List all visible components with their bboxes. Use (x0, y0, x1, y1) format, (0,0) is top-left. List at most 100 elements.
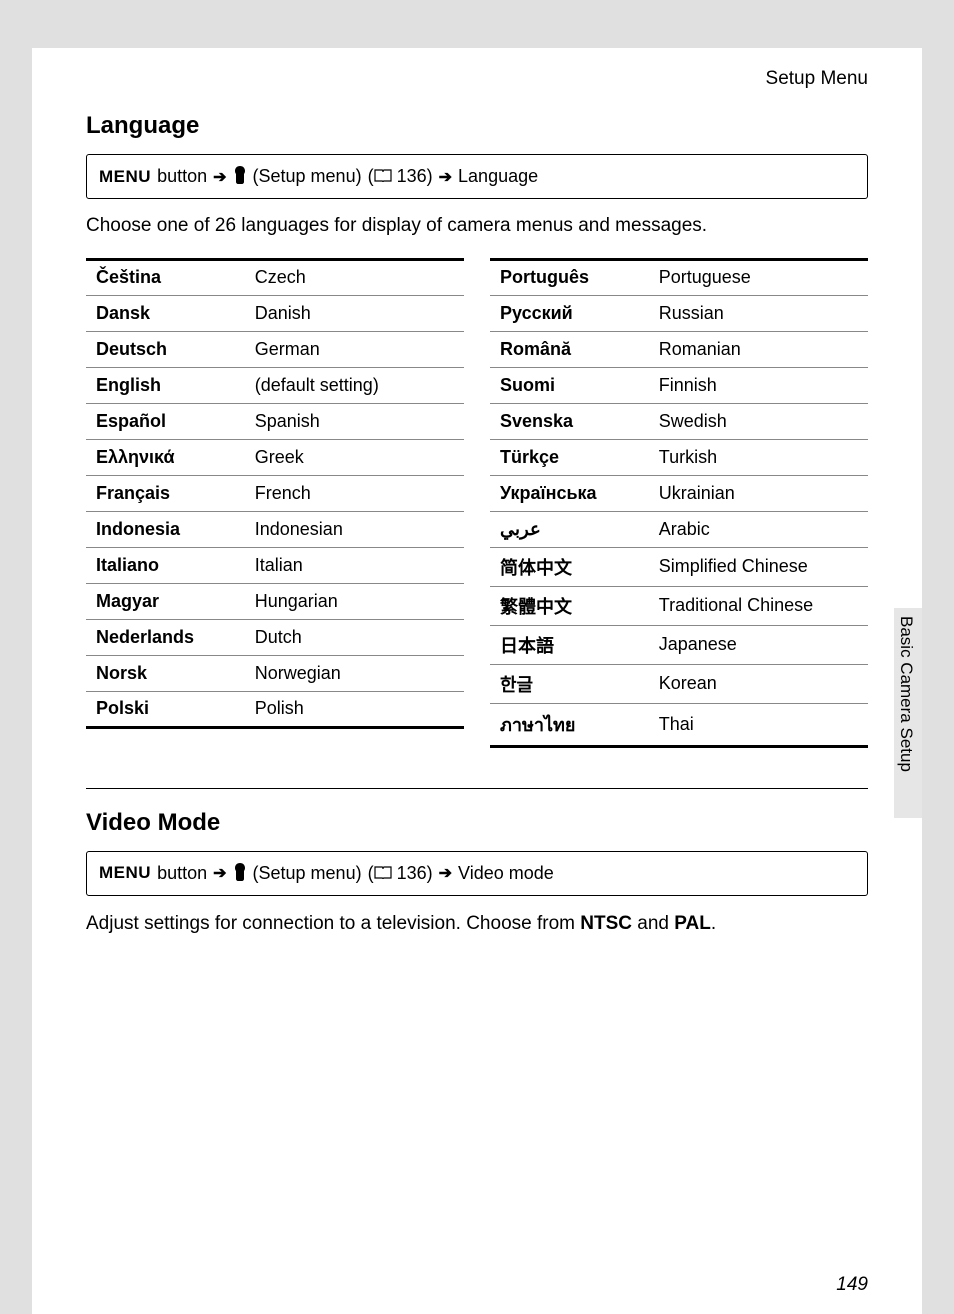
section-divider (86, 788, 868, 789)
table-row: RomânăRomanian (490, 331, 868, 367)
language-breadcrumb: MENU button ➔ (Setup menu) ( 136) ➔ Lang… (86, 154, 868, 199)
table-row: УкраїнськаUkrainian (490, 475, 868, 511)
page-ref-number: 136) (397, 863, 433, 883)
arrow-right-icon: ➔ (213, 167, 226, 187)
language-native: English (86, 367, 245, 403)
language-native: Українська (490, 475, 649, 511)
book-icon (374, 866, 392, 884)
language-native: Čeština (86, 259, 245, 295)
table-row: TürkçeTurkish (490, 439, 868, 475)
language-english: Dutch (245, 619, 464, 655)
breadcrumb-end: Language (458, 166, 538, 187)
video-desc-mid: and (632, 913, 674, 934)
language-native: 한글 (490, 664, 649, 703)
table-row: ภาษาไทยThai (490, 703, 868, 746)
language-native: Português (490, 259, 649, 295)
language-english: Traditional Chinese (649, 586, 868, 625)
table-row: عربيArabic (490, 511, 868, 547)
table-row: PortuguêsPortuguese (490, 259, 868, 295)
language-english: Finnish (649, 367, 868, 403)
breadcrumb-end: Video mode (458, 863, 554, 884)
table-row: 日本語Japanese (490, 625, 868, 664)
page-ref-number: 136) (397, 166, 433, 186)
video-mode-heading: Video Mode (86, 809, 868, 837)
page-number: 149 (836, 1274, 868, 1296)
language-table-left: ČeštinaCzechDanskDanishDeutschGermanEngl… (86, 258, 464, 729)
language-english: Spanish (245, 403, 464, 439)
table-row: DeutschGerman (86, 331, 464, 367)
language-english: Japanese (649, 625, 868, 664)
menu-button-label: MENU (99, 863, 151, 883)
table-row: 繁體中文Traditional Chinese (490, 586, 868, 625)
book-icon (374, 169, 392, 187)
video-desc-post: . (711, 913, 716, 934)
language-english: Danish (245, 295, 464, 331)
language-english: Polish (245, 691, 464, 727)
language-native: Italiano (86, 547, 245, 583)
language-english: Indonesian (245, 511, 464, 547)
language-english: Italian (245, 547, 464, 583)
language-english: Swedish (649, 403, 868, 439)
table-row: NederlandsDutch (86, 619, 464, 655)
language-native: Nederlands (86, 619, 245, 655)
table-row: ΕλληνικάGreek (86, 439, 464, 475)
page-ref-group: ( 136) (368, 863, 433, 884)
table-row: РусскийRussian (490, 295, 868, 331)
table-row: ItalianoItalian (86, 547, 464, 583)
table-row: ČeštinaCzech (86, 259, 464, 295)
language-english: Thai (649, 703, 868, 746)
language-native: Dansk (86, 295, 245, 331)
arrow-right-icon: ➔ (439, 863, 452, 883)
language-english: Russian (649, 295, 868, 331)
language-native: Français (86, 475, 245, 511)
language-native: Svenska (490, 403, 649, 439)
menu-button-label: MENU (99, 167, 151, 187)
language-english: Arabic (649, 511, 868, 547)
language-native: Deutsch (86, 331, 245, 367)
table-row: PolskiPolish (86, 691, 464, 727)
language-native: Русский (490, 295, 649, 331)
language-english: German (245, 331, 464, 367)
table-row: SuomiFinnish (490, 367, 868, 403)
arrow-right-icon: ➔ (439, 167, 452, 187)
table-row: MagyarHungarian (86, 583, 464, 619)
table-row: FrançaisFrench (86, 475, 464, 511)
language-native: Norsk (86, 655, 245, 691)
table-row: DanskDanish (86, 295, 464, 331)
language-native: Suomi (490, 367, 649, 403)
wrench-icon (233, 166, 247, 189)
table-row: IndonesiaIndonesian (86, 511, 464, 547)
language-tables: ČeštinaCzechDanskDanishDeutschGermanEngl… (86, 258, 868, 748)
arrow-right-icon: ➔ (213, 863, 226, 883)
language-native: 日本語 (490, 625, 649, 664)
button-word: button (157, 863, 207, 884)
language-english: Norwegian (245, 655, 464, 691)
table-row: NorskNorwegian (86, 655, 464, 691)
language-english: Czech (245, 259, 464, 295)
language-english: Hungarian (245, 583, 464, 619)
language-english: Romanian (649, 331, 868, 367)
language-english: (default setting) (245, 367, 464, 403)
table-row: 한글Korean (490, 664, 868, 703)
language-table-right: PortuguêsPortugueseРусскийRussianRomânăR… (490, 258, 868, 748)
language-native: Ελληνικά (86, 439, 245, 475)
language-english: French (245, 475, 464, 511)
page-ref-group: ( 136) (368, 166, 433, 187)
language-english: Korean (649, 664, 868, 703)
language-intro: Choose one of 26 languages for display o… (86, 213, 868, 240)
language-heading: Language (86, 112, 868, 140)
video-option-ntsc: NTSC (580, 913, 632, 934)
setup-menu-label: (Setup menu) (253, 166, 362, 187)
language-native: 简体中文 (490, 547, 649, 586)
language-english: Turkish (649, 439, 868, 475)
language-english: Portuguese (649, 259, 868, 295)
table-row: English(default setting) (86, 367, 464, 403)
language-native: Magyar (86, 583, 245, 619)
language-english: Ukrainian (649, 475, 868, 511)
page-content: Setup Menu Language MENU button ➔ (Setup… (32, 48, 922, 1314)
language-native: Polski (86, 691, 245, 727)
language-native: Română (490, 331, 649, 367)
wrench-icon (233, 863, 247, 886)
button-word: button (157, 166, 207, 187)
table-row: EspañolSpanish (86, 403, 464, 439)
